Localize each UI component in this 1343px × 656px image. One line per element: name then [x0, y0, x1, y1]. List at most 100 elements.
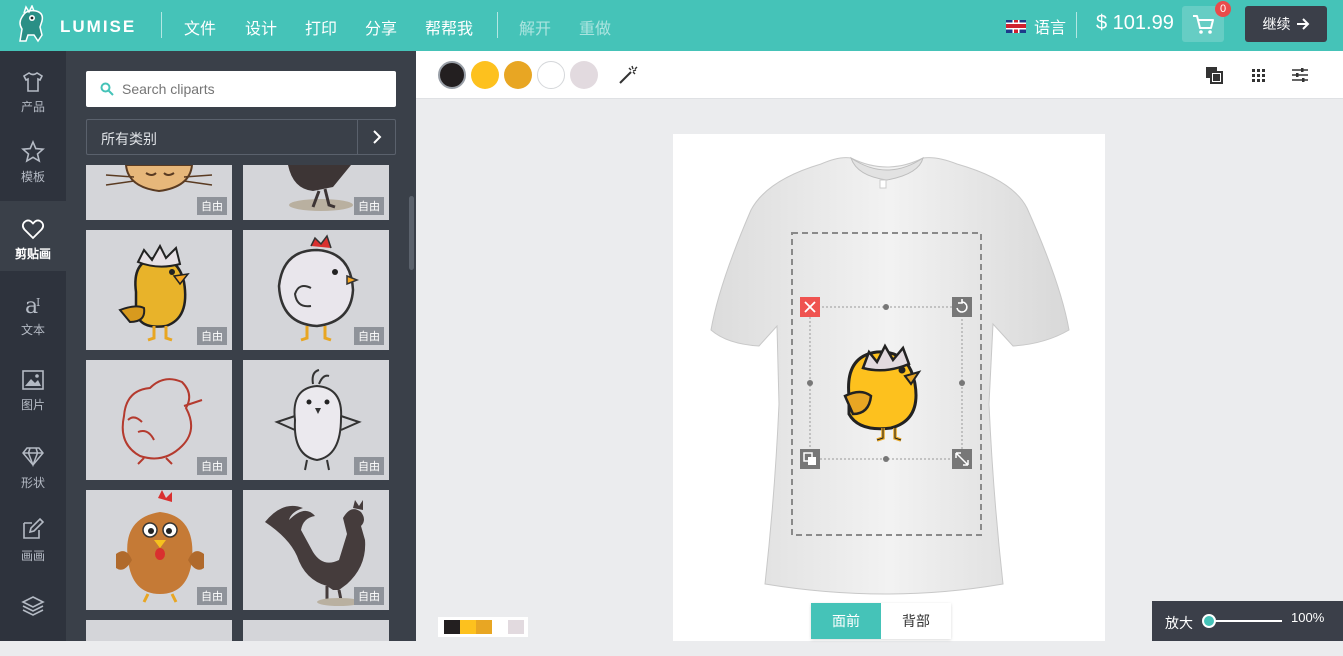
menu-file[interactable]: 文件	[184, 15, 216, 39]
brand-name: LUMISE	[60, 17, 137, 36]
clipart-tile-chick-egg[interactable]: 自由	[86, 230, 232, 350]
nav-item-text[interactable]: aI 文本	[0, 281, 66, 351]
image-icon	[22, 370, 44, 390]
text-icon: aI	[25, 294, 40, 319]
free-tag: 自由	[197, 197, 227, 215]
free-tag: 自由	[354, 327, 384, 345]
free-tag: 自由	[354, 197, 384, 215]
star-icon	[21, 140, 45, 163]
free-tag: 自由	[197, 457, 227, 475]
continue-label: 继续	[1262, 16, 1291, 32]
svg-text:I: I	[36, 296, 40, 309]
palette-color[interactable]	[460, 620, 476, 634]
menu-help[interactable]: 帮帮我	[425, 15, 473, 39]
clipart-tile-rooster-silhouette[interactable]: 自由	[243, 490, 389, 610]
design-stage	[673, 134, 1105, 641]
diamond-icon	[22, 447, 44, 468]
palette-color[interactable]	[476, 620, 492, 634]
palette-color[interactable]	[492, 620, 508, 634]
color-swatch[interactable]	[471, 61, 499, 89]
layer-handle[interactable]	[800, 449, 820, 469]
category-select[interactable]: 所有类别	[86, 119, 396, 155]
nav-label: 模板	[20, 170, 45, 184]
front-view-button[interactable]: 面前	[811, 603, 881, 639]
clipart-tile-brown-chicken[interactable]: 自由	[86, 490, 232, 610]
clipart-tile[interactable]	[86, 620, 232, 641]
clipart-panel: 所有类别 自由 自由 自由	[66, 51, 416, 641]
zoom-value: 100%	[1291, 610, 1325, 625]
nav-item-draw[interactable]: 画画	[0, 511, 66, 581]
palette-strip	[438, 617, 528, 637]
rotate-handle[interactable]	[952, 297, 972, 317]
nav-item-templates[interactable]: 模板	[0, 126, 66, 196]
zoom-label: 放大	[1165, 615, 1193, 631]
nav-item-layers[interactable]	[0, 586, 66, 656]
clipart-tile-white-chicken[interactable]: 自由	[243, 230, 389, 350]
search-box[interactable]	[86, 71, 396, 107]
magic-wand-icon[interactable]	[618, 65, 638, 85]
color-swatch[interactable]	[570, 61, 598, 89]
uk-flag-icon	[1006, 19, 1026, 33]
chevron-right-icon	[372, 130, 381, 144]
clipart-tile-cat[interactable]: 自由	[86, 165, 232, 220]
design-toolbar	[416, 51, 1343, 99]
dinosaur-logo-icon	[19, 5, 44, 43]
free-tag: 自由	[354, 587, 384, 605]
search-input[interactable]	[122, 81, 382, 97]
price-total: $ 101.99	[1096, 12, 1174, 34]
top-bar: LUMISE 文件 设计 打印 分享 帮帮我 解开 重做 语言 $ 101.99…	[0, 0, 1343, 51]
clipart-tile-bird-silhouette[interactable]: 自由	[243, 165, 389, 220]
clipart-tile[interactable]	[243, 620, 389, 641]
nav-label: 画画	[20, 549, 45, 563]
divider	[1076, 12, 1077, 38]
language-selector[interactable]: 语言	[1006, 14, 1066, 38]
nav-item-shapes[interactable]: 形状	[0, 436, 66, 506]
divider	[161, 12, 162, 38]
left-nav: 产品 模板 剪贴画 aI 文本 图片 形状 画画	[0, 51, 66, 641]
delete-handle[interactable]	[800, 297, 820, 317]
cart-count-badge: 0	[1215, 1, 1231, 17]
menu-redo[interactable]: 重做	[579, 15, 611, 39]
palette-color[interactable]	[508, 620, 524, 634]
layers-icon	[21, 596, 45, 616]
category-label: 所有类别	[101, 131, 157, 147]
color-swatch[interactable]	[504, 61, 532, 89]
zoom-slider-handle[interactable]	[1202, 614, 1216, 628]
nav-label: 文本	[20, 323, 45, 337]
back-view-button[interactable]: 背部	[881, 603, 951, 639]
pencil-icon	[23, 517, 45, 539]
menu-print[interactable]: 打印	[305, 15, 337, 39]
search-icon	[100, 82, 114, 96]
color-swatch[interactable]	[438, 61, 466, 89]
tshirt-icon	[22, 72, 44, 92]
nav-item-images[interactable]: 图片	[0, 356, 66, 426]
resize-handle[interactable]	[952, 449, 972, 469]
nav-label: 剪贴画	[14, 247, 51, 261]
view-toggle: 面前 背部	[811, 603, 951, 639]
heart-icon	[21, 219, 45, 240]
scrollbar-thumb[interactable]	[409, 196, 414, 270]
menu-undo[interactable]: 解开	[519, 15, 551, 39]
menu-share[interactable]: 分享	[365, 15, 397, 39]
nav-label: 形状	[20, 476, 45, 490]
free-tag: 自由	[197, 327, 227, 345]
sliders-icon[interactable]	[1290, 65, 1310, 85]
category-next-button[interactable]	[357, 120, 395, 154]
tshirt-product[interactable]	[673, 134, 1105, 641]
zoom-control: 放大 100%	[1152, 601, 1343, 641]
zoom-slider-track[interactable]	[1208, 620, 1282, 622]
language-label: 语言	[1034, 20, 1067, 37]
continue-button[interactable]: 继续	[1245, 6, 1327, 42]
menu-design[interactable]: 设计	[245, 15, 277, 39]
palette-color[interactable]	[444, 620, 460, 634]
free-tag: 自由	[354, 457, 384, 475]
arrange-icon[interactable]	[1204, 65, 1224, 85]
color-swatch[interactable]	[537, 61, 565, 89]
free-tag: 自由	[197, 587, 227, 605]
clipart-tile-sketch-chick[interactable]: 自由	[243, 360, 389, 480]
clipart-tile-red-sketch-chick[interactable]: 自由	[86, 360, 232, 480]
nav-item-cliparts[interactable]: 剪贴画	[0, 201, 66, 271]
grid-icon[interactable]	[1248, 65, 1268, 85]
nav-label: 产品	[20, 100, 45, 114]
nav-item-products[interactable]: 产品	[0, 56, 66, 126]
